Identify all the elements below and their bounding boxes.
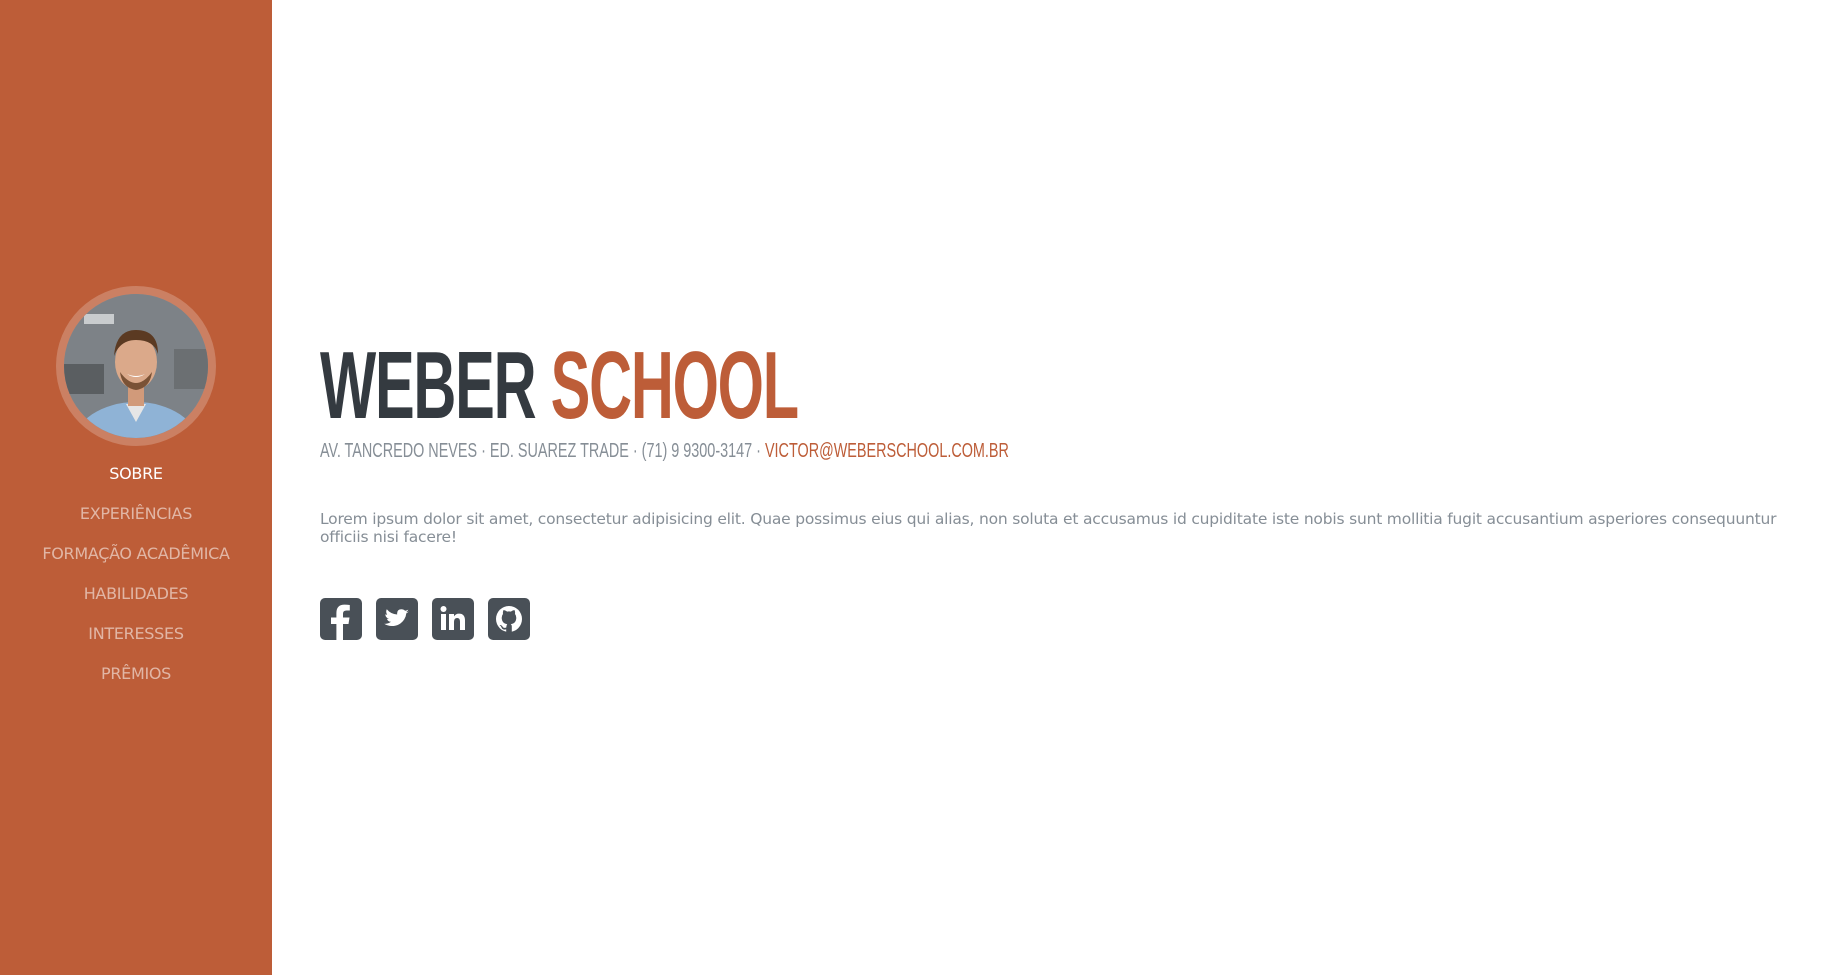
main-content: WEBER SCHOOL AV. TANCREDO NEVES · ED. SU…	[320, 0, 1790, 975]
nav-item-formacao-academica[interactable]: FORMAÇÃO ACADÊMICA	[0, 538, 272, 578]
facebook-link[interactable]	[320, 598, 362, 640]
page-title: WEBER SCHOOL	[320, 338, 799, 434]
nav-item-experiencias[interactable]: EXPERIÊNCIAS	[0, 498, 272, 538]
title-second: SCHOOL	[550, 332, 799, 439]
linkedin-icon	[440, 606, 465, 630]
sidebar: SOBRE EXPERIÊNCIAS FORMAÇÃO ACADÊMICA HA…	[0, 0, 272, 975]
email-link[interactable]: VICTOR@WEBERSCHOOL.COM.BR	[765, 440, 1009, 462]
linkedin-link[interactable]	[432, 598, 474, 640]
address-text: AV. TANCREDO NEVES · ED. SUAREZ TRADE · …	[320, 440, 761, 462]
social-icons	[320, 598, 530, 640]
twitter-icon	[384, 609, 409, 626]
bio-text: Lorem ipsum dolor sit amet, consectetur …	[320, 510, 1777, 546]
contact-line: AV. TANCREDO NEVES · ED. SUAREZ TRADE · …	[320, 440, 1009, 462]
facebook-icon	[331, 604, 350, 640]
profile-avatar-frame	[56, 286, 216, 446]
sidebar-nav: SOBRE EXPERIÊNCIAS FORMAÇÃO ACADÊMICA HA…	[0, 458, 272, 698]
nav-item-premios[interactable]: PRÊMIOS	[0, 658, 272, 698]
github-link[interactable]	[488, 598, 530, 640]
title-first: WEBER	[320, 332, 537, 439]
profile-avatar	[64, 294, 208, 438]
twitter-link[interactable]	[376, 598, 418, 640]
nav-item-habilidades[interactable]: HABILIDADES	[0, 578, 272, 618]
github-icon	[496, 606, 522, 632]
nav-item-sobre[interactable]: SOBRE	[0, 458, 272, 498]
nav-item-interesses[interactable]: INTERESSES	[0, 618, 272, 658]
